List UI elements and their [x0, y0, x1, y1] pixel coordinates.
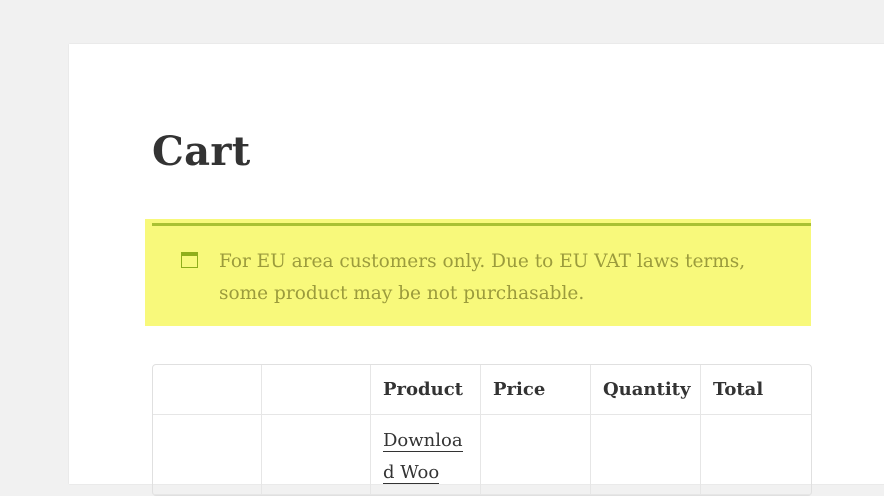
cell-remove — [153, 415, 262, 495]
table-header-row: Product Price Quantity Total — [153, 365, 811, 415]
notice-top-border — [152, 223, 811, 226]
cart-table: Product Price Quantity Total Download Wo… — [152, 364, 812, 496]
cell-total — [701, 415, 811, 495]
header-remove — [153, 365, 262, 415]
header-price: Price — [481, 365, 591, 415]
window-icon — [181, 252, 198, 268]
header-quantity: Quantity — [591, 365, 701, 415]
cell-product: Download Woo — [371, 415, 481, 495]
cell-price — [481, 415, 591, 495]
page-title: Cart — [152, 128, 251, 175]
header-total: Total — [701, 365, 811, 415]
info-notice: For EU area customers only. Due to EU VA… — [145, 219, 811, 326]
header-product: Product — [371, 365, 481, 415]
cell-thumbnail — [262, 415, 371, 495]
product-link[interactable]: Download Woo — [383, 430, 463, 484]
table-row: Download Woo — [153, 415, 811, 495]
notice-message: For EU area customers only. Due to EU VA… — [219, 251, 746, 304]
header-thumbnail — [262, 365, 371, 415]
cell-quantity — [591, 415, 701, 495]
